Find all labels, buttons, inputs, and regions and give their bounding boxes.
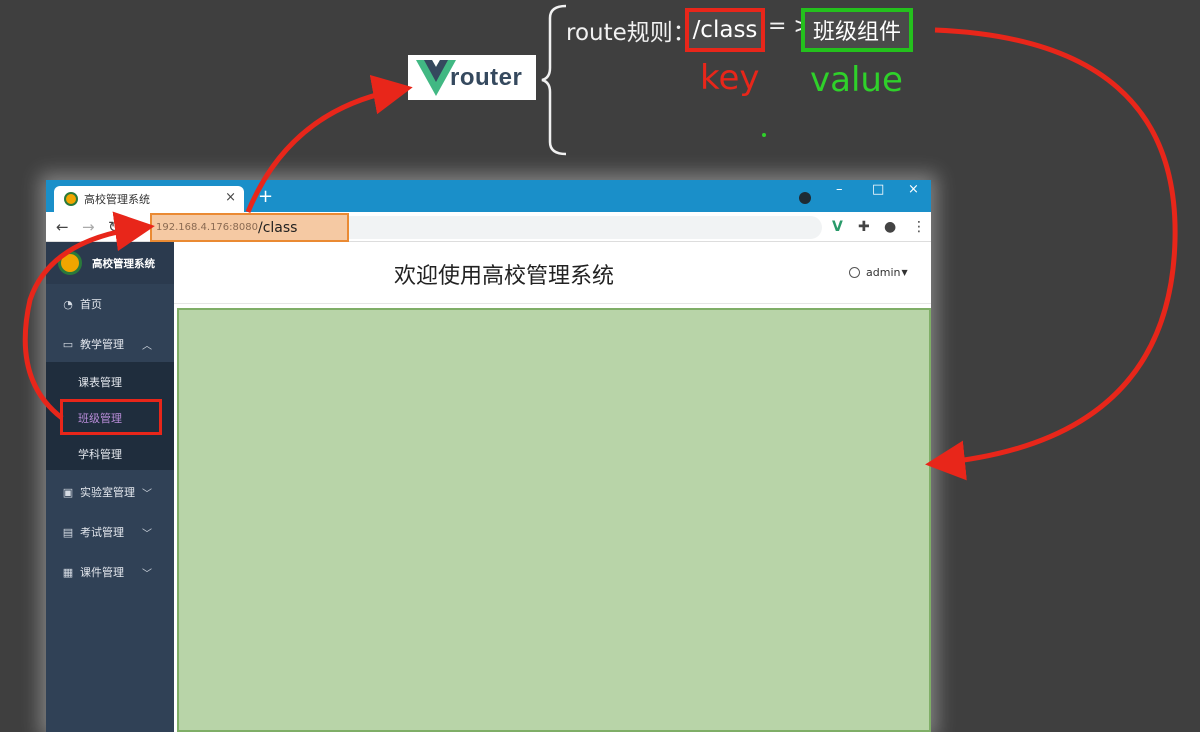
sidebar-item-courseware[interactable]: ▦ 课件管理 ﹀ <box>46 552 174 592</box>
monitor-icon: ▭ <box>62 337 74 351</box>
dashboard-icon: ◔ <box>63 297 73 311</box>
value-caption: value <box>810 60 903 100</box>
exam-icon: ▤ <box>62 525 74 539</box>
brand-logo-icon <box>58 251 82 275</box>
brand-name: 高校管理系统 <box>92 257 155 270</box>
browser-window: 高校管理系统 × + – □ × ← → ↻ 192.168.4.176:808… <box>46 180 931 732</box>
extensions-puzzle-icon[interactable]: ✚ <box>858 219 870 235</box>
sidebar-item-label: 首页 <box>80 298 102 311</box>
chevron-up-icon: ︿ <box>142 340 152 352</box>
submenu-item-label: 学科管理 <box>78 448 122 461</box>
caret-down-icon: ▼ <box>901 268 908 277</box>
sidebar-brand: 高校管理系统 <box>46 242 174 284</box>
user-icon <box>849 267 860 278</box>
route-value: 班级组件 <box>812 20 901 45</box>
page-title: 欢迎使用高校管理系统 <box>394 264 615 289</box>
sidebar: 高校管理系统 ◔ 首页 ▭ 教学管理 ︿ 课表管理 班级管理 学科管理 ▣ 实验… <box>46 242 174 732</box>
tab-title: 高校管理系统 <box>84 193 150 206</box>
tab-search-icon[interactable] <box>799 192 811 204</box>
submenu-item-label: 课表管理 <box>78 376 122 389</box>
logo-text: router <box>450 63 523 91</box>
maximize-button[interactable]: □ <box>872 182 884 197</box>
browser-tab[interactable]: 高校管理系统 × <box>54 186 244 212</box>
back-arrow-icon[interactable]: ← <box>56 218 69 236</box>
chevron-down-icon: ﹀ <box>142 528 152 540</box>
url-highlight[interactable]: 192.168.4.176:8080 /class <box>150 213 349 242</box>
route-rule-label: route规则： <box>566 20 696 46</box>
active-item-highlight <box>60 399 162 435</box>
route-key: /class <box>692 17 758 43</box>
sidebar-item-label: 课件管理 <box>80 566 124 579</box>
submenu-item-subject[interactable]: 学科管理 <box>46 436 174 472</box>
green-dot <box>762 133 766 137</box>
vue-devtools-icon[interactable]: V <box>832 219 843 235</box>
sidebar-item-label: 考试管理 <box>80 526 124 539</box>
user-menu[interactable]: admin ▼ <box>849 266 908 279</box>
site-favicon-icon <box>64 192 78 206</box>
sidebar-item-lab[interactable]: ▣ 实验室管理 ﹀ <box>46 472 174 512</box>
route-value-box: 班级组件 <box>801 8 913 52</box>
sidebar-item-teaching[interactable]: ▭ 教学管理 ︿ <box>46 324 174 364</box>
url-host: 192.168.4.176:8080 <box>156 222 258 233</box>
minimize-button[interactable]: – <box>836 182 843 197</box>
profile-icon[interactable]: ● <box>884 219 896 235</box>
route-key-box: /class <box>685 8 765 52</box>
tab-close-icon[interactable]: × <box>225 190 236 205</box>
main-header: 欢迎使用高校管理系统 admin ▼ <box>174 242 931 304</box>
lab-icon: ▣ <box>62 485 74 499</box>
courseware-icon: ▦ <box>62 565 74 579</box>
username: admin <box>866 266 901 279</box>
title-bar: 高校管理系统 × + – □ × <box>46 180 931 212</box>
router-view-area <box>177 308 931 732</box>
sidebar-item-home[interactable]: ◔ 首页 <box>46 284 174 324</box>
vue-router-logo: router <box>408 55 536 100</box>
submenu-item-schedule[interactable]: 课表管理 <box>46 364 174 400</box>
close-window-button[interactable]: × <box>908 182 919 197</box>
url-path: /class <box>257 219 298 236</box>
forward-arrow-icon[interactable]: → <box>82 218 95 236</box>
chevron-down-icon: ﹀ <box>142 488 152 500</box>
arrow-value-to-content <box>925 27 1178 481</box>
more-menu-icon[interactable]: ⋮ <box>912 219 926 235</box>
chevron-down-icon: ﹀ <box>142 568 152 580</box>
reload-icon[interactable]: ↻ <box>108 218 121 236</box>
sidebar-item-label: 实验室管理 <box>80 486 135 499</box>
new-tab-button[interactable]: + <box>258 186 273 207</box>
sidebar-item-exam[interactable]: ▤ 考试管理 ﹀ <box>46 512 174 552</box>
sidebar-item-label: 教学管理 <box>80 338 124 351</box>
key-caption: key <box>700 58 760 98</box>
